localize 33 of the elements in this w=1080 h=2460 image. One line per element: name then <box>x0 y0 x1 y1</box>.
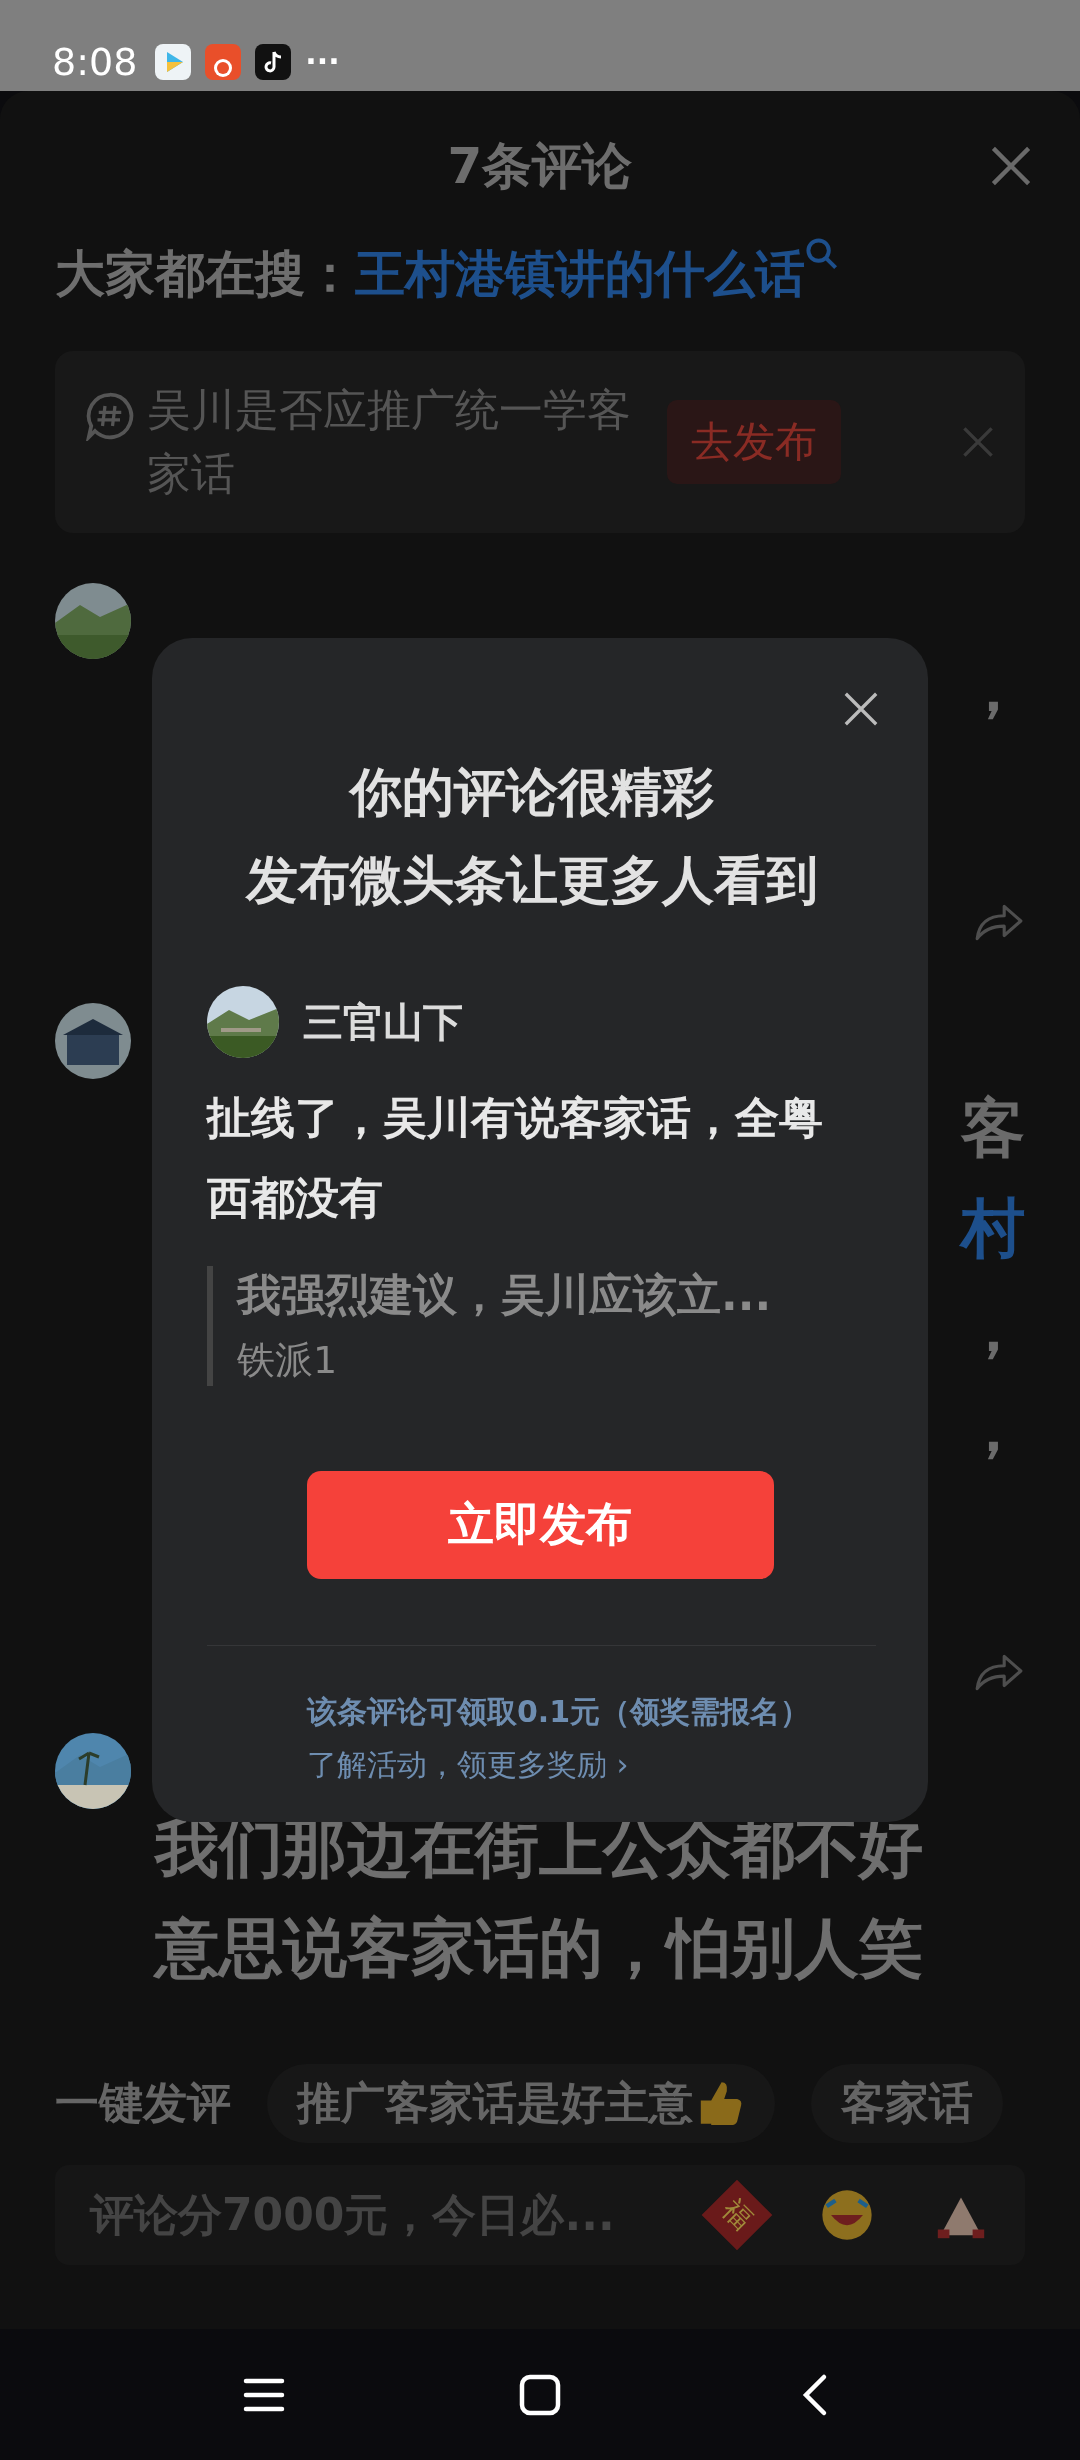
home-icon[interactable] <box>518 2372 562 2417</box>
play-icon <box>155 43 192 80</box>
topic-icon <box>85 391 135 442</box>
comments-title: 7条评论 <box>447 135 633 197</box>
topic-text: 吴川是否应推广统一学客家话 <box>147 383 632 502</box>
comment-text-fragment: ， <box>961 653 1025 724</box>
quick-reply-label: 一键发评 <box>55 2075 231 2130</box>
publish-button[interactable]: 去发布 <box>667 400 841 485</box>
app-icon <box>205 43 242 80</box>
more-notifications: ··· <box>305 44 340 80</box>
publish-now-button[interactable]: 立即发布 <box>306 1471 774 1579</box>
search-prefix: 大家都在搜： <box>55 244 355 306</box>
comment-text-fragment: 客 <box>961 1093 1025 1164</box>
comment-text-fragment: ， <box>961 1393 1025 1464</box>
quoted-author: 铁派1 <box>237 1337 339 1384</box>
comment-text: 意思说客家话的，怕别人笑 <box>155 1910 924 1988</box>
reward-note: 该条评论可领取0.1元（领奖需报名） <box>307 1693 812 1731</box>
user-name: 三官山下 <box>303 997 463 1047</box>
music-note-icon <box>255 43 292 80</box>
dialog-title: 发布微头条让更多人看到 <box>245 849 818 912</box>
search-icon[interactable] <box>805 237 839 272</box>
fu-sticker[interactable]: 福 <box>701 2179 773 2251</box>
quick-reply-chip[interactable]: 推广客家话是好主意 <box>267 2063 775 2143</box>
activity-link[interactable]: 了解活动，领更多奖励 › <box>307 1745 629 1786</box>
close-icon[interactable] <box>842 690 880 728</box>
status-time: 8:08 <box>52 39 138 84</box>
quoted-comment: 我强烈建议，吴川应该立... <box>237 1268 773 1322</box>
comment-text-fragment: ， <box>961 1293 1025 1364</box>
search-link[interactable]: 王村港镇讲的什么话 <box>355 241 805 309</box>
comment-text: 扯线了，吴川有说客家话，全粤西都没有 <box>207 1091 824 1225</box>
comment-text-fragment: 村 <box>961 1193 1025 1264</box>
dialog-title: 你的评论很精彩 <box>349 761 714 824</box>
quick-reply-chip[interactable]: 客家话 <box>811 2063 1003 2143</box>
